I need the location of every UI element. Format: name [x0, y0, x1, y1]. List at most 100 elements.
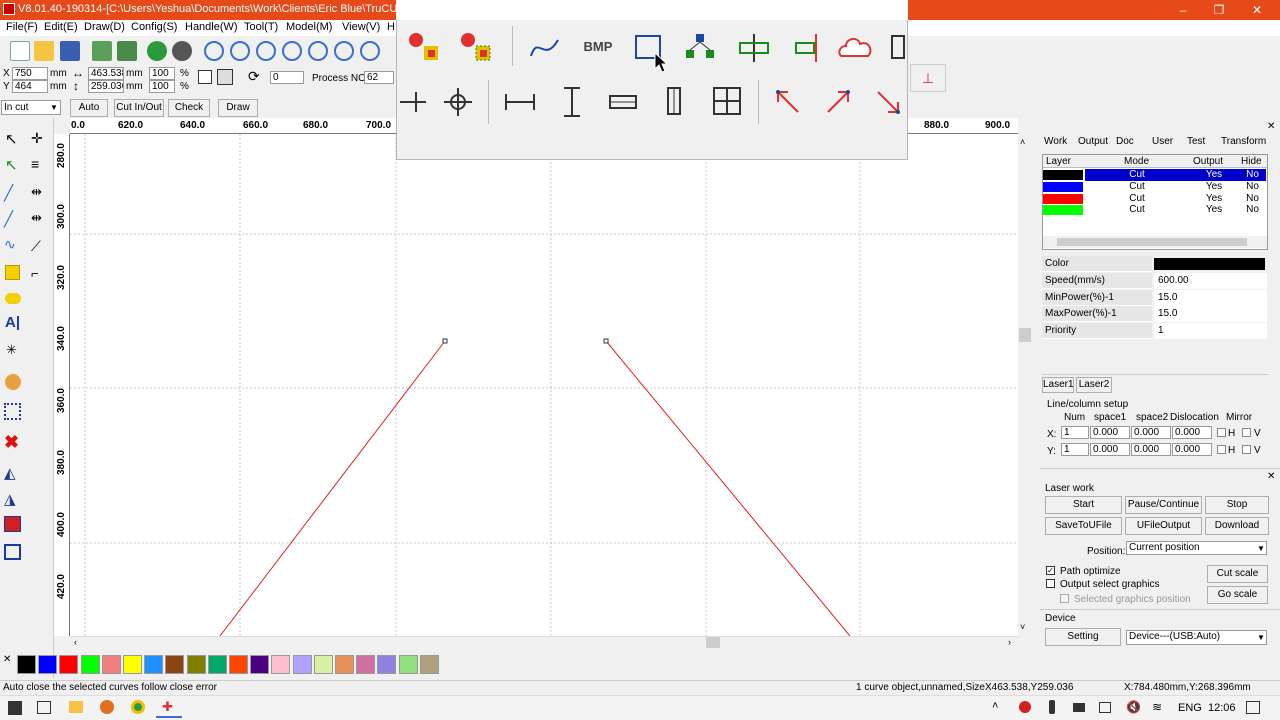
y-mirror-h-checkbox[interactable]	[1217, 445, 1226, 454]
tab-work[interactable]: Work	[1044, 136, 1067, 147]
tab-transform[interactable]: Transform	[1221, 136, 1266, 147]
vertical-scrollbar[interactable]	[1018, 134, 1032, 636]
menu-handle[interactable]: Handle(W)	[185, 21, 238, 33]
color-swatch[interactable]	[356, 655, 376, 674]
curve-icon[interactable]: ∿	[4, 236, 22, 254]
zoom-fit-icon[interactable]	[282, 41, 302, 61]
open-file-icon[interactable]	[34, 41, 54, 61]
color-swatch[interactable]	[165, 655, 185, 674]
delete-icon[interactable]: ✖	[4, 432, 22, 452]
scale-x-field[interactable]: 100	[149, 67, 175, 80]
bitmap-icon[interactable]	[5, 374, 21, 390]
y-dislocation-field[interactable]: 0.000	[1172, 443, 1212, 456]
color-swatch[interactable]	[419, 655, 439, 674]
y-mirror-v-checkbox[interactable]	[1242, 445, 1251, 454]
corner-icon[interactable]: ⌐	[31, 266, 49, 284]
param-value[interactable]: 600.00	[1154, 272, 1267, 289]
maximize-button[interactable]: ❐	[1202, 0, 1236, 20]
polyline-icon[interactable]: ╱	[4, 210, 22, 228]
tab-doc[interactable]: Doc	[1116, 136, 1134, 147]
output-select-checkbox[interactable]	[1046, 579, 1055, 588]
windows-start-icon[interactable]	[8, 701, 22, 715]
go-scale-button[interactable]: Go scale	[1207, 586, 1268, 604]
network-icon[interactable]	[1099, 702, 1111, 713]
cross-move-icon[interactable]: ✛	[31, 130, 49, 148]
color-swatch[interactable]	[144, 655, 164, 674]
start-button[interactable]: Start	[1045, 496, 1122, 514]
stop-button[interactable]: Stop	[1205, 496, 1269, 514]
pause-continue-button[interactable]: Pause/Continue	[1125, 496, 1202, 514]
layer-row[interactable]: Cut Yes No	[1043, 181, 1267, 193]
wifi-icon[interactable]: ≋	[1152, 700, 1162, 714]
color-swatch[interactable]	[271, 655, 291, 674]
array-icon[interactable]	[4, 403, 21, 420]
ellipse-icon[interactable]	[5, 293, 21, 304]
position-select[interactable]: Current position	[1126, 541, 1267, 555]
height-field[interactable]: 259.036	[88, 80, 124, 93]
x-dislocation-field[interactable]: 0.000	[1172, 426, 1212, 439]
same-width-icon[interactable]	[502, 84, 542, 120]
tray-app-icon[interactable]	[1019, 701, 1031, 713]
clock[interactable]: 12:06	[1208, 702, 1236, 714]
arrow-up-left-icon[interactable]	[770, 84, 810, 120]
param-value[interactable]: 15.0	[1154, 306, 1267, 323]
save-to-ufile-button[interactable]: SaveToUFile	[1045, 517, 1122, 535]
bmp-icon[interactable]: BMP	[578, 36, 618, 72]
align-center-h-icon[interactable]	[734, 30, 774, 66]
color-swatch[interactable]	[250, 655, 270, 674]
color-swatch[interactable]	[398, 655, 418, 674]
hscroll-thumb[interactable]	[706, 637, 720, 648]
color-swatch[interactable]	[292, 655, 312, 674]
ufile-output-button[interactable]: UFileOutput	[1125, 517, 1202, 535]
scroll-right-icon[interactable]: ›	[1008, 637, 1011, 647]
color-swatch[interactable]	[80, 655, 100, 674]
scroll-down-icon[interactable]: ˅	[1020, 622, 1025, 632]
zoom-page-icon[interactable]	[308, 41, 328, 61]
layer-row[interactable]: Cut Yes No	[1043, 169, 1267, 181]
node-handle[interactable]	[442, 338, 448, 344]
tab-user[interactable]: User	[1152, 136, 1173, 147]
menu-config[interactable]: Config(S)	[131, 21, 177, 33]
export-icon[interactable]	[117, 41, 137, 61]
volume-icon[interactable]: 🔇	[1126, 700, 1141, 714]
curve-segment[interactable]	[219, 340, 446, 636]
layer-ungroup-icon[interactable]	[456, 28, 496, 64]
menu-help[interactable]: H	[387, 21, 395, 33]
layer-row[interactable]: Cut Yes No	[1043, 204, 1267, 216]
center-cross-icon[interactable]	[440, 84, 480, 120]
tray-chevron-icon[interactable]: ˄	[992, 700, 998, 712]
arrow-down-right-icon[interactable]	[872, 84, 906, 120]
layer-row[interactable]: Cut Yes No	[1043, 193, 1267, 205]
menu-file[interactable]: File(F)	[6, 21, 38, 33]
param-value[interactable]: 1	[1154, 323, 1267, 340]
node-edit-icon[interactable]: ↖	[5, 156, 23, 174]
rectangle-icon[interactable]	[5, 265, 20, 280]
color-swatch[interactable]	[377, 655, 397, 674]
zoom-selected-icon[interactable]	[334, 41, 354, 61]
text-icon[interactable]: A|	[5, 314, 23, 332]
x-mirror-h-checkbox[interactable]	[1217, 428, 1226, 437]
lock-ratio-icon[interactable]	[198, 70, 212, 84]
x-position-field[interactable]: 750	[12, 67, 48, 80]
point-icon[interactable]: ✳	[6, 342, 24, 360]
no-color-icon[interactable]: ✕	[3, 654, 11, 665]
mirror-grid-icon[interactable]	[217, 69, 233, 85]
layer-hscroll-thumb[interactable]	[1057, 238, 1247, 246]
file-explorer-icon[interactable]	[69, 701, 83, 713]
color-swatch[interactable]	[59, 655, 79, 674]
device-select[interactable]: Device---(USB:Auto)	[1126, 630, 1267, 645]
menu-edit[interactable]: Edit(E)	[44, 21, 78, 33]
task-view-icon[interactable]	[37, 701, 51, 714]
x-mirror-v-checkbox[interactable]	[1242, 428, 1251, 437]
layer-group-icon[interactable]	[404, 28, 444, 64]
rdworks-icon[interactable]: ✚	[162, 700, 176, 714]
node-tree-icon[interactable]	[682, 30, 722, 66]
zoom-plus-icon[interactable]	[230, 41, 250, 61]
width-field[interactable]: 463.538	[88, 67, 124, 80]
mirror-h-icon[interactable]: ◭	[4, 464, 22, 482]
size-equal-icon[interactable]	[396, 84, 436, 120]
scroll-up-icon[interactable]: ˄	[1020, 137, 1025, 147]
auto-button[interactable]: Auto	[70, 99, 108, 117]
laserwork-close-icon[interactable]: ✕	[1267, 471, 1275, 482]
process-no-field[interactable]: 62	[364, 71, 394, 84]
